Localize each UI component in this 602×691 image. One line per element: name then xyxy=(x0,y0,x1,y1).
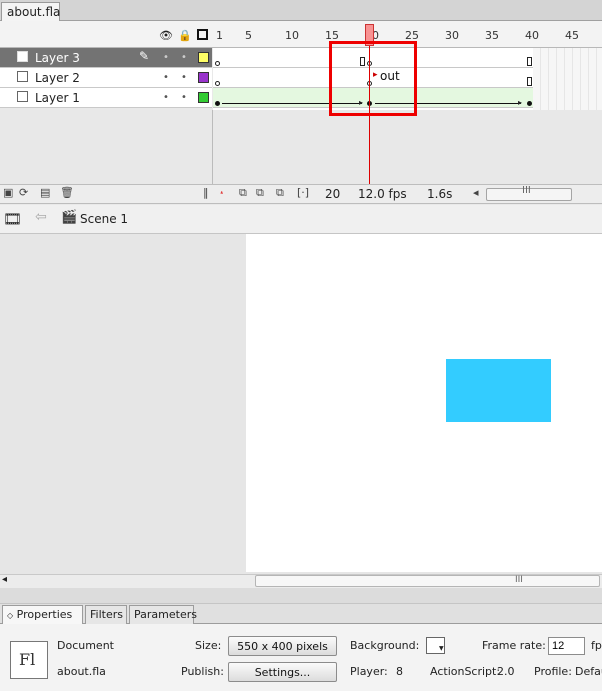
tab-properties[interactable]: ◇ Properties × xyxy=(2,605,83,634)
player-value: 8 xyxy=(396,665,403,678)
motion-guide-icon[interactable]: ⟳ xyxy=(19,186,28,199)
frame-rate-display: 12.0 fps xyxy=(358,187,407,201)
layer-name: Layer 3 xyxy=(35,51,80,65)
dropdown-arrow-icon[interactable]: ▼ xyxy=(439,645,444,652)
center-frame-icon[interactable]: ˔ xyxy=(219,186,225,199)
elapsed-time: 1.6s xyxy=(427,187,453,201)
frame-rate-input[interactable] xyxy=(548,637,585,655)
lock-dot[interactable]: • xyxy=(181,52,187,63)
layer-name: Layer 2 xyxy=(35,71,80,85)
empty-frames xyxy=(533,48,602,110)
layer-color-swatch[interactable] xyxy=(198,72,209,83)
lock-dot[interactable]: • xyxy=(181,72,187,83)
layer-row-layer-3[interactable]: Layer 3 ✎ • • xyxy=(0,48,212,68)
keyframe[interactable] xyxy=(527,101,532,106)
actionscript-value: 2.0 xyxy=(497,665,515,678)
scene-label[interactable]: Scene 1 xyxy=(80,212,128,226)
actionscript-label: ActionScript: xyxy=(430,665,501,678)
frame-number: 1 xyxy=(216,29,223,42)
edit-multiple-frames-icon[interactable]: ⧉ xyxy=(276,186,284,200)
frame-number: 5 xyxy=(245,29,252,42)
layer-icon xyxy=(17,91,28,102)
frame-rate-unit: fps xyxy=(591,639,602,652)
frame-end-marker xyxy=(527,77,532,86)
player-label: Player: xyxy=(350,665,388,678)
layer-color-swatch[interactable] xyxy=(198,52,209,63)
current-frame: 20 xyxy=(325,187,341,201)
layer-icon xyxy=(17,51,28,62)
splitter-icon[interactable]: ‖ xyxy=(203,186,209,199)
visibility-dot[interactable]: • xyxy=(163,72,169,83)
settings-button[interactable]: Settings... xyxy=(228,662,337,682)
frame-number: 45 xyxy=(565,29,579,42)
panel-splitter[interactable] xyxy=(0,588,602,604)
empty-keyframe[interactable] xyxy=(215,61,220,66)
layer-row-layer-1[interactable]: Layer 1 • • xyxy=(0,88,212,108)
frame-number: 40 xyxy=(525,29,539,42)
eye-icon[interactable]: 👁 xyxy=(159,29,173,42)
lock-dot[interactable]: • xyxy=(181,92,187,103)
profile-value: Default xyxy=(575,665,602,678)
scene-icon: 🎬 xyxy=(61,210,78,225)
lock-icon[interactable]: 🔒 xyxy=(178,29,192,42)
grip-icon: III xyxy=(515,575,523,585)
highlight-box xyxy=(329,41,417,116)
tab-parameters[interactable]: Parameters xyxy=(129,605,197,624)
modify-markers-icon[interactable]: [·] xyxy=(297,186,309,199)
publish-label: Publish: xyxy=(181,665,224,678)
layer-row-layer-2[interactable]: Layer 2 • • xyxy=(0,68,212,88)
back-arrow-icon[interactable]: ⇦ xyxy=(35,209,47,225)
frame-number: 35 xyxy=(485,29,499,42)
keyframe[interactable] xyxy=(215,101,220,106)
background-label: Background: xyxy=(350,639,420,652)
layer-name: Layer 1 xyxy=(35,91,80,105)
timeline-header xyxy=(0,21,602,48)
profile-label: Profile: xyxy=(534,665,572,678)
doc-type-label: Document xyxy=(57,639,114,652)
new-layer-icon[interactable]: ▣ xyxy=(3,186,13,199)
grip-icon: III xyxy=(522,185,531,196)
visibility-dot[interactable]: • xyxy=(163,52,169,63)
collapse-icon[interactable]: ◇ xyxy=(7,611,13,620)
flash-logo: Fl xyxy=(10,641,48,679)
layer-color-swatch[interactable] xyxy=(198,92,209,103)
tween-arrowhead-icon: ▸ xyxy=(518,98,523,107)
onion-outline-icon[interactable]: ⧉ xyxy=(256,186,264,200)
empty-keyframe[interactable] xyxy=(215,81,220,86)
blue-rectangle[interactable] xyxy=(446,359,551,422)
frame-end-marker xyxy=(527,57,532,66)
layers-empty-area xyxy=(0,110,213,184)
doc-name: about.fla xyxy=(57,665,106,678)
scroll-left-icon[interactable]: ◂ xyxy=(2,574,7,585)
onion-skin-icon[interactable]: ⧉ xyxy=(239,186,247,200)
stage-scroll-thumb[interactable] xyxy=(255,575,600,587)
timeline-toggle-icon[interactable]: 🎞 xyxy=(3,210,22,228)
frame-rate-label: Frame rate: xyxy=(482,639,546,652)
document-tab[interactable]: about.fla xyxy=(1,2,60,21)
size-button[interactable]: 550 x 400 pixels xyxy=(228,636,337,656)
document-tab-bar xyxy=(0,0,602,21)
tab-filters[interactable]: Filters xyxy=(85,605,127,624)
frame-number: 10 xyxy=(285,29,299,42)
visibility-dot[interactable]: • xyxy=(163,92,169,103)
layer-icon xyxy=(17,71,28,82)
trash-icon[interactable]: 🗑 xyxy=(60,186,74,199)
scroll-left-icon[interactable]: ◂ xyxy=(473,186,479,199)
pencil-icon: ✎ xyxy=(139,49,150,63)
new-folder-icon[interactable]: ▤ xyxy=(40,186,50,199)
outline-icon[interactable] xyxy=(197,29,208,40)
frame-number: 30 xyxy=(445,29,459,42)
size-label: Size: xyxy=(195,639,222,652)
